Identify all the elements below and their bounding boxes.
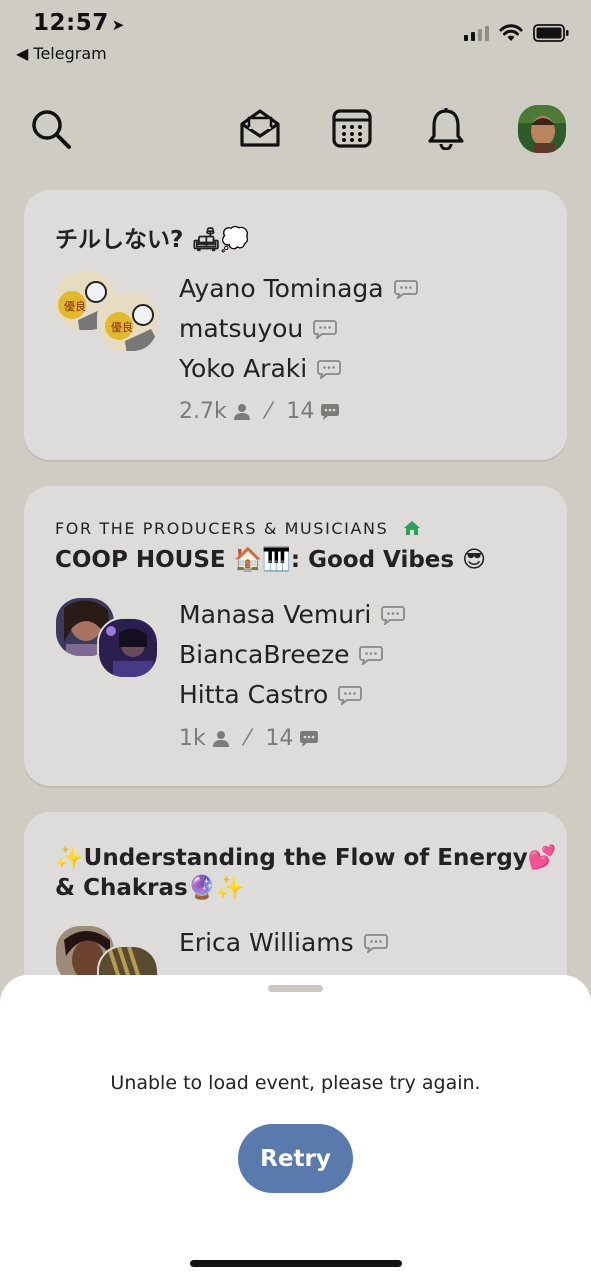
- speaker-name-text: Erica Williams: [179, 928, 354, 957]
- club-label: FOR THE PRODUCERS & MUSICIANS: [55, 519, 421, 538]
- status-time: 12:57 ➤: [33, 10, 125, 36]
- speaking-bubble-icon: [393, 279, 418, 299]
- speaker-count: 14: [286, 399, 315, 424]
- speaker-count: 14: [265, 726, 294, 751]
- retry-button[interactable]: Retry: [238, 1124, 353, 1193]
- home-indicator: [190, 1260, 402, 1267]
- speaking-bubble-icon: [313, 319, 338, 339]
- room-card[interactable]: FOR THE PRODUCERS & MUSICIANS COOP HOUSE…: [24, 486, 567, 786]
- room-title-line1: ✨Understanding the Flow of Energy💕: [55, 845, 557, 871]
- stats-divider: ⁄: [245, 726, 250, 751]
- speaker-name-text: Ayano Tominaga: [179, 274, 384, 303]
- speaker-name-text: Hitta Castro: [179, 680, 329, 709]
- error-message: Unable to load event, please try again.: [110, 1072, 481, 1094]
- screen: 12:57 ➤ ◀ Telegram チルしない? 🛋💭 優良 優良 Ayano…: [0, 0, 591, 1280]
- chat-bubble-icon: [300, 730, 319, 747]
- speaker-name[interactable]: Hitta Castro: [179, 680, 363, 709]
- calendar-icon[interactable]: [332, 108, 372, 148]
- club-name: FOR THE PRODUCERS & MUSICIANS: [55, 519, 389, 538]
- speaker-name-text: Yoko Araki: [179, 354, 308, 383]
- room-title-line2: & Chakras🔮✨: [55, 875, 245, 901]
- envelope-icon[interactable]: [239, 107, 281, 149]
- speaker-avatar: 優良: [97, 291, 159, 353]
- speaker-name-text: Manasa Vemuri: [179, 600, 372, 629]
- person-icon: [212, 730, 229, 747]
- location-arrow-icon: ➤: [111, 16, 125, 34]
- speaking-bubble-icon: [363, 933, 388, 953]
- speaker-name[interactable]: Erica Williams: [179, 928, 388, 957]
- speaking-bubble-icon: [381, 605, 406, 625]
- speaker-name[interactable]: Ayano Tominaga: [179, 274, 418, 303]
- room-title: チルしない? 🛋💭: [55, 227, 250, 253]
- listener-count: 2.7k: [179, 399, 227, 424]
- speaker-name[interactable]: matsuyou: [179, 314, 338, 343]
- svg-text:優良: 優良: [111, 320, 133, 334]
- room-title: COOP HOUSE 🏠🎹: Good Vibes 😎: [55, 547, 487, 573]
- speaking-bubble-icon: [338, 685, 363, 705]
- error-bottom-sheet: Unable to load event, please try again. …: [0, 975, 591, 1280]
- room-card[interactable]: チルしない? 🛋💭 優良 優良 Ayano Tominaga matsuyou …: [24, 190, 567, 460]
- speaker-name[interactable]: BiancaBreeze: [179, 640, 384, 669]
- speaker-name[interactable]: Yoko Araki: [179, 354, 342, 383]
- speaker-name-text: matsuyou: [179, 314, 304, 343]
- svg-text:優良: 優良: [64, 299, 86, 313]
- sheet-grabber[interactable]: [268, 985, 323, 992]
- profile-avatar[interactable]: [518, 105, 566, 153]
- wifi-icon: [499, 24, 523, 41]
- speaking-bubble-icon: [317, 359, 342, 379]
- cellular-signal-icon: [464, 25, 489, 41]
- speaker-avatar: [97, 617, 159, 679]
- stats-divider: ⁄: [266, 399, 271, 424]
- listener-count: 1k: [179, 726, 206, 751]
- person-icon: [233, 403, 250, 420]
- room-stats: 2.7k ⁄ 14: [179, 399, 340, 424]
- clock-text: 12:57: [33, 10, 109, 36]
- speaking-bubble-icon: [359, 645, 384, 665]
- house-icon: [404, 521, 421, 535]
- status-indicators: [464, 24, 569, 42]
- speaker-name[interactable]: Manasa Vemuri: [179, 600, 406, 629]
- speaker-name-text: BiancaBreeze: [179, 640, 350, 669]
- battery-icon: [533, 24, 569, 42]
- chat-bubble-icon: [321, 403, 340, 420]
- search-icon[interactable]: [30, 108, 72, 150]
- room-stats: 1k ⁄ 14: [179, 726, 319, 751]
- bell-icon[interactable]: [427, 106, 465, 150]
- back-to-telegram-link[interactable]: ◀ Telegram: [16, 44, 107, 63]
